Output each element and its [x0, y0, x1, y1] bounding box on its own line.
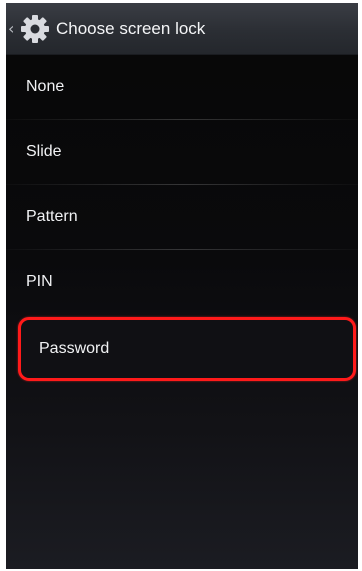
action-bar: ‹ Choose screen lock [6, 3, 358, 55]
option-pin[interactable]: PIN [6, 250, 358, 314]
option-label: Pattern [26, 208, 78, 225]
option-label: Slide [26, 143, 62, 160]
up-chevron-icon[interactable]: ‹ [8, 19, 18, 39]
option-pattern[interactable]: Pattern [6, 185, 358, 249]
option-slide[interactable]: Slide [6, 120, 358, 184]
option-label: Password [39, 340, 110, 357]
screen: ‹ Choose screen lock None Slide Pattern … [6, 3, 358, 569]
option-password[interactable]: Password [18, 317, 356, 381]
screen-title: Choose screen lock [56, 19, 206, 38]
option-label: PIN [26, 273, 53, 290]
phone-frame: ‹ Choose screen lock None Slide Pattern … [0, 0, 362, 571]
option-none[interactable]: None [6, 55, 358, 119]
option-label: None [26, 78, 65, 95]
settings-gear-icon[interactable] [20, 14, 50, 44]
